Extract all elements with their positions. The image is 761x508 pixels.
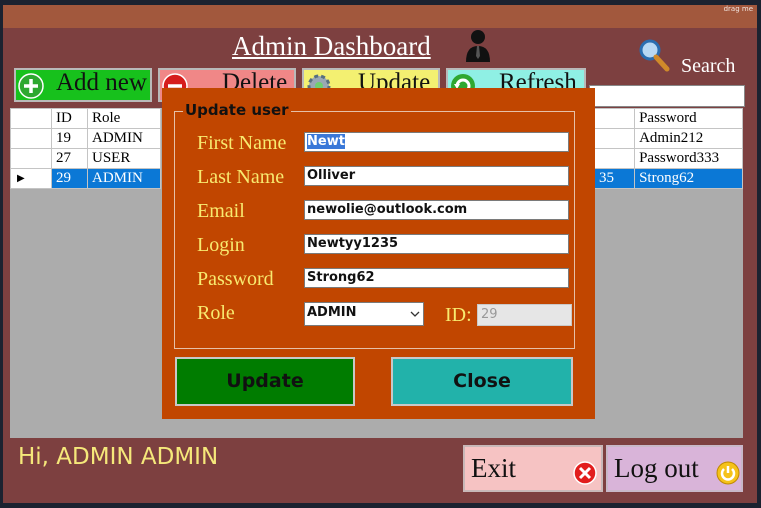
- column-header-id[interactable]: ID: [51, 108, 88, 129]
- row-header[interactable]: [10, 148, 52, 169]
- cell-id[interactable]: 19: [51, 128, 88, 149]
- role-label: Role: [197, 302, 235, 324]
- drag-bar[interactable]: drag me: [3, 5, 757, 28]
- search-input[interactable]: [589, 85, 745, 107]
- search-icon[interactable]: [638, 38, 670, 72]
- cell-id[interactable]: 27: [51, 148, 88, 169]
- cell-role[interactable]: USER: [87, 148, 161, 169]
- logout-label: Log out: [614, 453, 699, 483]
- role-value: ADMIN: [307, 305, 357, 320]
- column-header-partial[interactable]: [593, 108, 636, 129]
- cell-partial[interactable]: [593, 128, 636, 149]
- first-name-value: Newt: [307, 134, 345, 149]
- search-label: Search: [681, 55, 736, 77]
- cell-password[interactable]: Password333: [634, 148, 743, 169]
- greeting-text: Hi, ADMIN ADMIN: [18, 444, 219, 470]
- email-field[interactable]: newolie@outlook.com: [304, 200, 569, 220]
- dialog-update-button[interactable]: Update: [175, 357, 355, 406]
- login-label: Login: [197, 234, 245, 256]
- column-header-password[interactable]: Password: [634, 108, 743, 129]
- cell-role[interactable]: ADMIN: [87, 128, 161, 149]
- last-name-label: Last Name: [197, 166, 285, 188]
- close-icon: [573, 461, 597, 485]
- id-label: ID:: [445, 304, 472, 326]
- table-row[interactable]: Admin212: [593, 128, 743, 149]
- drag-label: drag me: [723, 5, 753, 13]
- cell-partial[interactable]: [593, 148, 636, 169]
- groupbox-title: Update user: [183, 101, 291, 119]
- header-row: ID Role: [10, 108, 161, 129]
- user-icon: [466, 30, 490, 62]
- password-field[interactable]: Strong62: [304, 268, 569, 288]
- row-header[interactable]: [10, 128, 52, 149]
- add-new-button[interactable]: Add new: [14, 68, 152, 102]
- chevron-down-icon: [410, 311, 420, 317]
- exit-button[interactable]: Exit: [463, 445, 603, 492]
- last-name-field[interactable]: Olliver: [304, 166, 569, 186]
- cell-role[interactable]: ADMIN: [87, 168, 161, 189]
- login-field[interactable]: Newtyy1235: [304, 234, 569, 254]
- table-row-selected[interactable]: 35 Strong62: [593, 168, 743, 189]
- table-row-selected[interactable]: ▶ 29 ADMIN: [10, 168, 161, 189]
- column-header-role[interactable]: Role: [87, 108, 161, 129]
- dialog-close-button[interactable]: Close: [391, 357, 573, 406]
- role-select[interactable]: ADMIN: [304, 302, 424, 326]
- table-row[interactable]: 19 ADMIN: [10, 128, 161, 149]
- plus-icon: [18, 73, 44, 99]
- logout-button[interactable]: Log out: [606, 445, 743, 492]
- first-name-label: First Name: [197, 132, 287, 154]
- cell-id[interactable]: 29: [51, 168, 88, 189]
- password-label: Password: [197, 268, 274, 290]
- update-user-groupbox: First Name Newt Last Name Olliver Email …: [174, 111, 575, 349]
- header-row: Password: [593, 108, 743, 129]
- cell-partial[interactable]: 35: [593, 168, 636, 189]
- table-row[interactable]: 27 USER: [10, 148, 161, 169]
- row-selector-icon[interactable]: ▶: [10, 168, 52, 189]
- add-new-label: Add new: [56, 69, 147, 96]
- cell-password[interactable]: Strong62: [634, 168, 743, 189]
- table-row[interactable]: Password333: [593, 148, 743, 169]
- exit-label: Exit: [471, 453, 516, 483]
- row-header-corner: [10, 108, 52, 129]
- id-field: 29: [477, 304, 572, 326]
- page-title: Admin Dashboard: [232, 31, 431, 61]
- cell-password[interactable]: Admin212: [634, 128, 743, 149]
- update-user-dialog: First Name Newt Last Name Olliver Email …: [162, 88, 595, 419]
- email-label: Email: [197, 200, 245, 222]
- power-icon: [716, 461, 740, 485]
- first-name-field[interactable]: Newt: [304, 132, 569, 152]
